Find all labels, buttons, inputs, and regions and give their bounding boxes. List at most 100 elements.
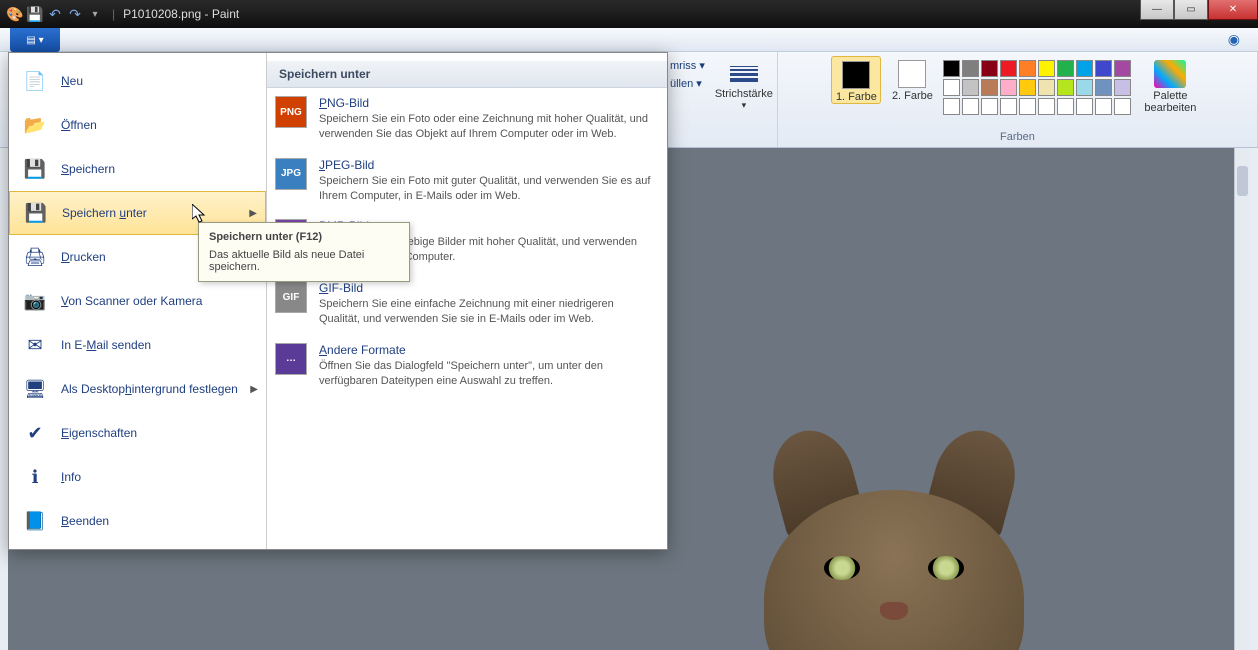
edit-palette-button[interactable]: Palette bearbeiten (1137, 56, 1203, 114)
scroll-thumb[interactable] (1237, 166, 1248, 196)
color-swatch[interactable] (962, 79, 979, 96)
color-swatch[interactable] (943, 60, 960, 77)
info-icon: ℹ (23, 465, 47, 489)
stroke-icon (728, 60, 760, 88)
qat-customize-icon[interactable]: ▾ (86, 5, 104, 23)
color-swatch[interactable] (1000, 60, 1017, 77)
fill-dropdown-partial[interactable]: üllen ▾ (670, 78, 702, 90)
file-menu-submenu: Speichern unter PNG PNG-Bild Speichern Sie… (267, 53, 667, 549)
color-swatch[interactable] (981, 79, 998, 96)
format-icon: PNG (275, 96, 307, 128)
save-icon: 💾 (23, 157, 47, 181)
color1-button[interactable]: 1. Farbe (831, 56, 881, 104)
color-swatch[interactable] (1038, 60, 1055, 77)
color2-button[interactable]: 2. Farbe (887, 56, 937, 102)
format-item[interactable]: GIFGIF-BildSpeichern Sie eine einfache Z… (267, 273, 667, 335)
file-tab[interactable]: ▤ ▾ (10, 28, 60, 52)
color-swatch[interactable] (1019, 79, 1036, 96)
vertical-scrollbar[interactable] (1234, 148, 1250, 650)
color-swatch[interactable] (943, 79, 960, 96)
color-swatch[interactable] (1095, 79, 1112, 96)
titlebar: 🎨 💾 ↶ ↷ ▾ | P1010208.png - Paint — ▭ ✕ (0, 0, 1258, 28)
help-icon[interactable]: ◉ (1222, 28, 1246, 51)
color-swatch[interactable] (1114, 79, 1131, 96)
color-swatch[interactable] (981, 98, 998, 115)
menu-item-label: Als Desktophintergrund festlegen (61, 382, 238, 396)
menu-item-scanner[interactable]: 📷Von Scanner oder Kamera (9, 279, 266, 323)
color-swatch[interactable] (1114, 98, 1131, 115)
menu-item-props[interactable]: ✔Eigenschaften (9, 411, 266, 455)
color-swatch[interactable] (1095, 98, 1112, 115)
color-swatch[interactable] (1076, 98, 1093, 115)
menu-item-open[interactable]: 📂 Öffnen (9, 103, 266, 147)
menu-item-label: Öffnen (61, 118, 97, 132)
format-desc: Speichern Sie ein Foto mit guter Qualitä… (319, 174, 655, 204)
color-swatch[interactable] (1019, 98, 1036, 115)
menu-item-label: Beenden (61, 514, 109, 528)
saveas-icon: 💾 (24, 201, 48, 225)
props-icon: ✔ (23, 421, 47, 445)
open-icon: 📂 (23, 113, 47, 137)
color1-swatch (842, 61, 870, 89)
maximize-button[interactable]: ▭ (1174, 0, 1208, 20)
colors-group-label: Farben (778, 131, 1257, 143)
menu-item-desktop[interactable]: 🖥Als Desktophintergrund festlegen▶ (9, 367, 266, 411)
qat-save-icon[interactable]: 💾 (26, 5, 44, 23)
mail-icon: ✉ (23, 333, 47, 357)
menu-item-new[interactable]: 📄Neu (9, 59, 266, 103)
tooltip-body: Das aktuelle Bild als neue Datei speiche… (209, 249, 399, 273)
color-swatch[interactable] (1076, 79, 1093, 96)
format-title: JPEG-Bild (319, 158, 655, 172)
color-swatch-grid (943, 56, 1131, 115)
format-item[interactable]: JPG JPEG-Bild Speichern Sie ein Foto mit g… (267, 150, 667, 212)
stroke-width-button[interactable]: Strichstärke ▾ (719, 56, 769, 111)
paint-logo-icon: 🎨 (6, 5, 24, 23)
menu-item-exit[interactable]: 📘 Beenden (9, 499, 266, 543)
new-icon: 📄 (23, 69, 47, 93)
color-swatch[interactable] (1038, 79, 1055, 96)
color-swatch[interactable] (962, 98, 979, 115)
format-item[interactable]: PNG PNG-Bild Speichern Sie ein Foto oder e… (267, 88, 667, 150)
color-swatch[interactable] (1095, 60, 1112, 77)
color-swatch[interactable] (943, 98, 960, 115)
exit-icon: 📘 (23, 509, 47, 533)
stroke-width-group: Strichstärke ▾ (711, 52, 778, 147)
format-title: PNG-Bild (319, 96, 655, 110)
color-swatch[interactable] (981, 60, 998, 77)
color-swatch[interactable] (1000, 79, 1017, 96)
color-swatch[interactable] (1019, 60, 1036, 77)
color-swatch[interactable] (1057, 98, 1074, 115)
format-title: GIF-Bild (319, 281, 655, 295)
outline-dropdown-partial[interactable]: mriss ▾ (670, 60, 705, 72)
format-title: Andere Formate (319, 343, 655, 357)
color-swatch[interactable] (1057, 79, 1074, 96)
format-icon: JPG (275, 158, 307, 190)
menu-item-label: Speichern (61, 162, 115, 176)
submenu-header: Speichern unter (267, 61, 667, 88)
menu-item-label: In E-Mail senden (61, 338, 151, 352)
print-icon: 🖨 (23, 245, 47, 269)
submenu-arrow-icon: ▶ (250, 384, 258, 395)
minimize-button[interactable]: — (1140, 0, 1174, 20)
menu-item-mail[interactable]: ✉ In E-Mail senden (9, 323, 266, 367)
color2-swatch (898, 60, 926, 88)
qat-undo-icon[interactable]: ↶ (46, 5, 64, 23)
qat-redo-icon[interactable]: ↷ (66, 5, 84, 23)
window-title: P1010208.png - Paint (123, 7, 239, 21)
color-swatch[interactable] (962, 60, 979, 77)
close-button[interactable]: ✕ (1208, 0, 1258, 20)
format-desc: Speichern Sie ein Foto oder eine Zeichnu… (319, 112, 655, 142)
color-swatch[interactable] (1038, 98, 1055, 115)
format-item[interactable]: …Andere FormateÖffnen Sie das Dialogfeld… (267, 335, 667, 397)
color-swatch[interactable] (1114, 60, 1131, 77)
color-swatch[interactable] (1057, 60, 1074, 77)
color-swatch[interactable] (1076, 60, 1093, 77)
menu-item-info[interactable]: ℹ Info (9, 455, 266, 499)
submenu-arrow-icon: ▶ (249, 208, 257, 219)
ribbon-tabs: ▤ ▾ ◉ (0, 28, 1258, 52)
palette-icon (1154, 60, 1186, 88)
menu-item-save[interactable]: 💾 Speichern (9, 147, 266, 191)
menu-item-label: Drucken (61, 250, 106, 264)
menu-item-label: Info (61, 470, 81, 484)
color-swatch[interactable] (1000, 98, 1017, 115)
